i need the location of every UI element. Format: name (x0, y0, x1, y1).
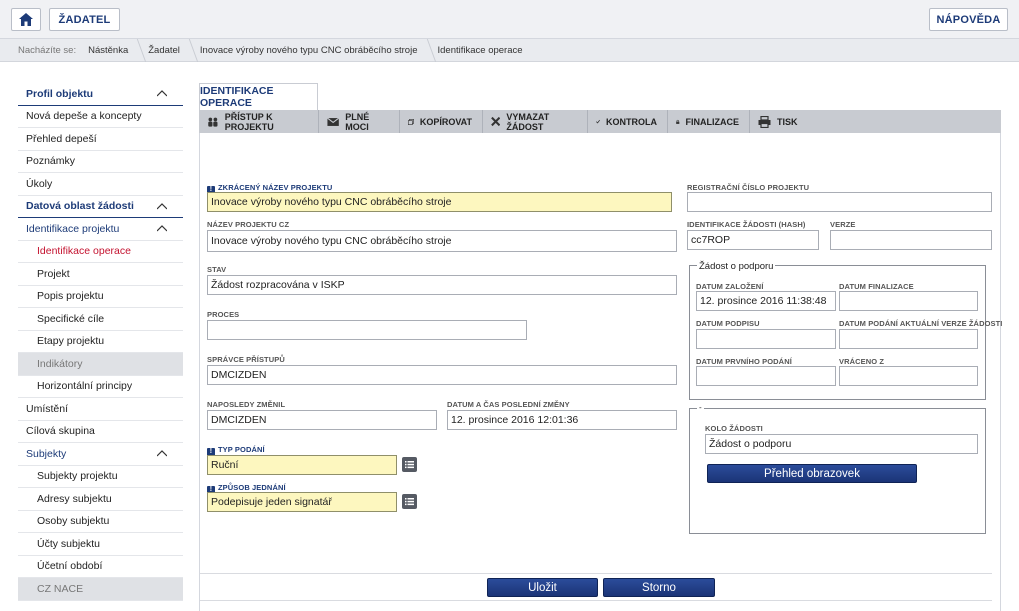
list-picker-icon[interactable] (402, 457, 417, 472)
name-cz-label: NÁZEV PROJEKTU CZ (207, 220, 290, 229)
cancel-button[interactable]: Storno (603, 578, 715, 597)
delete-x-icon (491, 116, 501, 127)
home-button[interactable] (11, 8, 41, 31)
top-bar: ŽADATEL NÁPOVĚDA (0, 0, 1019, 39)
sidebar-section-project-identification[interactable]: Identifikace projektu (18, 218, 183, 241)
state-field[interactable]: Žádost rozpracována v ISKP (207, 275, 677, 295)
sidebar-section-subjects[interactable]: Subjekty (18, 443, 183, 466)
print-button[interactable]: TISK (750, 110, 808, 133)
first-submission-date-field[interactable] (696, 366, 836, 386)
finalized-date-label: DATUM FINALIZACE (839, 282, 914, 291)
signed-date-field[interactable] (696, 329, 836, 349)
save-button[interactable]: Uložit (487, 578, 598, 597)
support-request-title: Žádost o podporu (697, 261, 776, 272)
sidebar-item-target-group[interactable]: Cílová skupina (18, 421, 183, 443)
hash-field[interactable]: cc7ROP (687, 230, 819, 250)
toolbar: PŘÍSTUP K PROJEKTU PLNÉ MOCI KOPÍROVAT V… (199, 110, 1001, 133)
delete-application-button[interactable]: VYMAZAT ŽÁDOST (483, 110, 588, 133)
signed-date-label: DATUM PODPISU (696, 319, 760, 328)
reg-number-field[interactable] (687, 192, 992, 212)
breadcrumb-item-applicant[interactable]: Žadatel (148, 38, 199, 62)
hash-label: IDENTIFIKACE ŽÁDOSTI (HASH) (687, 220, 806, 229)
sidebar-item-subject-addresses[interactable]: Adresy subjektu (18, 488, 183, 511)
chevron-up-icon (157, 450, 167, 457)
acting-method-field[interactable]: Podepisuje jeden signatář (207, 492, 397, 512)
sidebar-item-project-stages[interactable]: Etapy projektu (18, 331, 183, 353)
sidebar: Profil objektu Nová depeše a koncepty Př… (18, 83, 183, 611)
tab-operation-identification[interactable]: IDENTIFIKACE OPERACE (199, 83, 318, 110)
sidebar-item-horizontal-principles[interactable]: Horizontální principy (18, 376, 183, 398)
printer-icon (758, 115, 771, 128)
last-change-date-field[interactable]: 12. prosince 2016 12:01:36 (447, 410, 677, 430)
divider (200, 600, 992, 601)
first-submission-date-label: DATUM PRVNÍHO PODÁNÍ (696, 357, 792, 366)
copy-icon (408, 118, 414, 125)
sidebar-section-data-area[interactable]: Datová oblast žádosti (18, 196, 183, 218)
current-version-date-label: DATUM PODÁNÍ AKTUÁLNÍ VERZE ŽÁDOSTI (839, 319, 1003, 328)
power-of-attorney-button[interactable]: PLNÉ MOCI (319, 110, 400, 133)
breadcrumb-lead: Nacházíte se: (18, 44, 77, 56)
reg-number-label: REGISTRAČNÍ ČÍSLO PROJEKTU (687, 183, 810, 192)
round-field[interactable]: Žádost o podporu (705, 434, 978, 454)
finalize-button[interactable]: FINALIZACE (668, 110, 750, 133)
name-cz-field[interactable]: Inovace výroby nového typu CNC obráběcíh… (207, 230, 677, 252)
sidebar-section-object-profile[interactable]: Profil objektu (18, 83, 183, 106)
sidebar-item-indicators: Indikátory (18, 353, 183, 376)
sidebar-item-operation-identification[interactable]: Identifikace operace (18, 241, 183, 263)
finalized-date-field[interactable] (839, 291, 978, 311)
version-label: VERZE (830, 220, 856, 229)
current-version-date-field[interactable] (839, 329, 978, 349)
people-icon (208, 117, 218, 127)
envelope-icon (327, 117, 340, 126)
breadcrumb-item-dashboard[interactable]: Nástěnka (88, 38, 147, 62)
sidebar-item-notes[interactable]: Poznámky (18, 151, 183, 173)
chevron-up-icon (157, 225, 167, 232)
last-changed-by-field[interactable]: DMCIZDEN (207, 410, 437, 430)
state-label: STAV (207, 265, 227, 274)
sidebar-item-location[interactable]: Umístění (18, 398, 183, 421)
access-admin-label: SPRÁVCE PŘÍSTUPŮ (207, 355, 285, 364)
sidebar-item-project-description[interactable]: Popis projektu (18, 286, 183, 308)
breadcrumb-item-project[interactable]: Inovace výroby nového typu CNC obráběcíh… (200, 38, 436, 62)
round-label: KOLO ŽÁDOSTI (705, 424, 763, 433)
returned-from-label: VRÁCENO Z (839, 357, 885, 366)
screens-overview-button[interactable]: Přehled obrazovek (707, 464, 917, 483)
sidebar-item-subject-accounts[interactable]: Účty subjektu (18, 533, 183, 556)
lock-icon (676, 119, 680, 124)
last-change-date-label: DATUM A ČAS POSLEDNÍ ZMĚNY (447, 400, 570, 409)
sidebar-item-messages[interactable]: Přehled depeší (18, 128, 183, 151)
sidebar-item-accounting-periods[interactable]: Účetní období (18, 556, 183, 578)
applicant-button[interactable]: ŽADATEL (49, 8, 120, 31)
sidebar-item-new-message[interactable]: Nová depeše a koncepty (18, 106, 183, 128)
returned-from-field[interactable] (839, 366, 978, 386)
sidebar-item-subject-persons[interactable]: Osoby subjektu (18, 511, 183, 533)
check-button[interactable]: KONTROLA (588, 110, 668, 133)
breadcrumb: Nacházíte se: Nástěnka Žadatel Inovace v… (0, 38, 1019, 62)
home-icon (19, 13, 33, 26)
breadcrumb-item-current: Identifikace operace (437, 44, 523, 56)
access-admin-field[interactable]: DMCIZDEN (207, 365, 677, 385)
short-name-field[interactable]: Inovace výroby nového typu CNC obráběcíh… (207, 192, 672, 212)
sidebar-item-project-subjects[interactable]: Subjekty projektu (18, 466, 183, 488)
process-label: PROCES (207, 310, 240, 319)
access-to-project-button[interactable]: PŘÍSTUP K PROJEKTU (199, 110, 319, 133)
last-changed-by-label: NAPOSLEDY ZMĚNIL (207, 400, 286, 409)
created-date-field[interactable]: 12. prosince 2016 11:38:48 (696, 291, 836, 311)
help-button[interactable]: NÁPOVĚDA (929, 8, 1008, 31)
sidebar-item-tasks[interactable]: Úkoly (18, 173, 183, 196)
list-picker-icon[interactable] (402, 494, 417, 509)
version-field[interactable] (830, 230, 992, 250)
chevron-up-icon (157, 90, 167, 97)
divider (200, 573, 992, 574)
created-date-label: DATUM ZALOŽENÍ (696, 282, 764, 291)
process-field[interactable] (207, 320, 527, 340)
sidebar-item-cz-nace: CZ NACE (18, 578, 183, 601)
sidebar-item-project[interactable]: Projekt (18, 263, 183, 286)
chevron-up-icon (157, 202, 167, 209)
check-icon (596, 119, 600, 124)
submission-type-field[interactable]: Ruční (207, 455, 397, 475)
copy-button[interactable]: KOPÍROVAT (400, 110, 483, 133)
sidebar-item-specific-goals[interactable]: Specifické cíle (18, 308, 183, 331)
round-group-title: - (697, 403, 704, 412)
